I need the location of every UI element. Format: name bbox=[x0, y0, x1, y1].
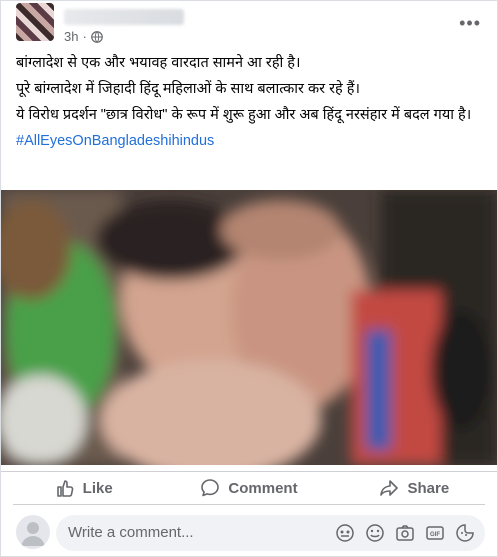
default-avatar-icon bbox=[21, 522, 45, 546]
post-header: 3h · ••• bbox=[16, 3, 487, 51]
user-avatar[interactable] bbox=[16, 515, 50, 549]
comment-row: Write a comment... GIF bbox=[16, 513, 485, 553]
gif-icon[interactable]: GIF bbox=[425, 523, 445, 543]
post-line: पूरे बांग्लादेश में जिहादी हिंदू महिलाओं… bbox=[16, 81, 360, 97]
camera-icon[interactable] bbox=[395, 523, 415, 543]
like-label: Like bbox=[82, 479, 113, 497]
svg-text:GIF: GIF bbox=[430, 532, 440, 538]
more-options-icon[interactable]: ••• bbox=[459, 13, 481, 34]
post-line: ये विरोध प्रदर्शन "छात्र विरोध" के रूप म… bbox=[16, 107, 472, 123]
emoji-icon[interactable] bbox=[365, 523, 385, 543]
share-button[interactable]: Share bbox=[332, 473, 497, 503]
share-arrow-icon bbox=[380, 480, 399, 496]
post-meta: 3h · bbox=[64, 29, 103, 44]
thumbs-up-icon bbox=[56, 480, 73, 497]
comment-bubble-icon bbox=[201, 479, 220, 497]
post-card: 3h · ••• बांग्लादेश से एक और भयावह वारदा… bbox=[0, 0, 498, 557]
like-button[interactable]: Like bbox=[1, 473, 166, 503]
comment-input[interactable]: Write a comment... GIF bbox=[56, 515, 485, 551]
post-media[interactable] bbox=[1, 190, 497, 465]
comment-tools: GIF bbox=[335, 523, 475, 543]
blurred-video-frame bbox=[1, 190, 497, 465]
globe-icon[interactable] bbox=[90, 30, 103, 43]
comment-button[interactable]: Comment bbox=[166, 473, 331, 503]
author-avatar[interactable] bbox=[16, 3, 54, 41]
share-label: Share bbox=[407, 479, 450, 497]
comment-placeholder: Write a comment... bbox=[68, 524, 194, 541]
divider bbox=[13, 504, 485, 505]
post-time[interactable]: 3h bbox=[64, 29, 78, 44]
action-bar: Like Comment Share bbox=[1, 471, 497, 503]
comment-label: Comment bbox=[228, 479, 298, 497]
post-text: बांग्लादेश से एक और भयावह वारदात सामने आ… bbox=[16, 53, 485, 157]
avatar-sticker-icon[interactable] bbox=[335, 523, 355, 543]
post-line: बांग्लादेश से एक और भयावह वारदात सामने आ… bbox=[16, 55, 301, 71]
sticker-icon[interactable] bbox=[455, 523, 475, 543]
hashtag-link[interactable]: #AllEyesOnBangladeshihindus bbox=[16, 133, 214, 149]
author-name-blurred[interactable] bbox=[64, 9, 184, 25]
